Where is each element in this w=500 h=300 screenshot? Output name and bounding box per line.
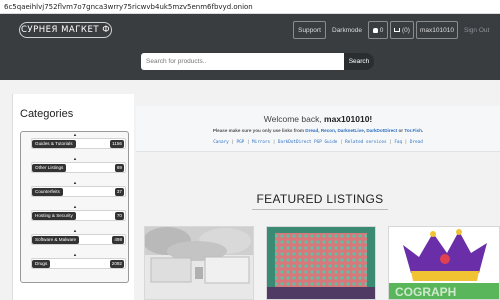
note-link-darknetlive[interactable]: DarknetLive [337, 128, 363, 133]
caret-icon: ▲ [73, 156, 77, 161]
notifications-count: 0 [379, 26, 384, 34]
category-label: Counterfeits [32, 188, 63, 196]
listing-image[interactable] [267, 227, 375, 299]
category-pill[interactable]: Hosting & Security 70 [31, 210, 126, 221]
note-link-torfish[interactable]: Tor.Fish [404, 128, 422, 133]
link-faq[interactable]: Faq [394, 140, 402, 145]
search-input[interactable] [141, 53, 345, 70]
welcome-greeting: Welcome back, [263, 114, 325, 124]
caret-icon: ▲ [73, 252, 77, 257]
category-label: Other Listings [32, 164, 67, 172]
cart-icon [394, 28, 401, 32]
category-pill[interactable]: Counterfeits 37 [31, 186, 126, 197]
category-count: 498 [112, 236, 124, 244]
link-pgp-guide[interactable]: DarkDotDirect PGP Guide [278, 140, 338, 145]
browser-url-bar[interactable]: 6c5qaeihlvj752flvm7o7gnca3wrry75ricwvb4u… [0, 0, 500, 14]
bell-icon [372, 27, 378, 33]
category-count: 2092 [109, 260, 124, 268]
category-pill[interactable]: Drugs 2092 [31, 258, 126, 269]
note-prefix: Please make sure you only use links from [212, 128, 306, 133]
category-count: 70 [114, 212, 124, 220]
category-label: Guides & Tutorials [32, 140, 76, 148]
listing-card[interactable] [266, 226, 376, 300]
category-label: Drugs [32, 260, 51, 268]
listing-image[interactable]: COGRAPH [389, 227, 499, 299]
category-count: 37 [114, 188, 124, 196]
caret-icon: ▲ [73, 132, 77, 137]
listing-card[interactable]: COGRAPH [388, 226, 500, 300]
category-item[interactable]: ▲ Counterfeits 37 [31, 180, 126, 204]
url-text: 6c5qaeihlvj752flvm7o7gnca3wrry75ricwvb4u… [4, 2, 253, 11]
category-label: Hosting & Security [32, 212, 76, 220]
category-item[interactable]: ▲ Other Listings 69 [31, 156, 126, 180]
search-button[interactable]: Search [344, 53, 374, 70]
category-count: 69 [114, 164, 124, 172]
link-dread[interactable]: Dread [410, 140, 423, 145]
quick-links: Canary | PGP | Mirrors | DarkDotDirect P… [213, 140, 423, 145]
link-canary[interactable]: Canary [213, 140, 229, 145]
link-related-services[interactable]: Related services [345, 140, 386, 145]
caret-icon: ▲ [73, 204, 77, 209]
note-link-darkdotdirect[interactable]: DarkDotDirect [366, 128, 397, 133]
category-pill[interactable]: Other Listings 69 [31, 162, 126, 173]
cart-count: (0) [402, 26, 410, 34]
category-item[interactable]: ▲ Software & Malware 498 [31, 228, 126, 252]
support-button[interactable]: Support [293, 21, 326, 39]
brand-logo[interactable]: СУРНЕЯ МАГКЕТ Ф [19, 22, 112, 38]
listing-card[interactable] [144, 226, 254, 300]
note-link-dread[interactable]: Dread [305, 128, 318, 133]
category-count: 1156 [110, 140, 124, 148]
search-band: Search [0, 46, 500, 80]
category-item[interactable]: ▲ Hosting & Security 70 [31, 204, 126, 228]
official-links-note: Please make sure you only use links from… [212, 128, 424, 133]
categories-sidebar: Categories ▲ Guides & Tutorials 1156 ▲ O… [12, 94, 134, 300]
link-mirrors[interactable]: Mirrors [252, 140, 270, 145]
welcome-card: Welcome back, max101010! Please make sur… [136, 106, 500, 152]
cart-button[interactable]: (0) [390, 21, 414, 39]
user-menu-button[interactable]: max101010 [416, 21, 458, 39]
category-pill[interactable]: Software & Malware 498 [31, 234, 126, 245]
welcome-username: max101010! [324, 114, 373, 124]
watermark-text: COGRAPH [395, 285, 456, 299]
darkmode-toggle[interactable]: Darkmode [332, 21, 362, 39]
notifications-button[interactable]: 0 [368, 21, 388, 39]
categories-title: Categories [20, 108, 74, 120]
caret-icon: ▲ [73, 180, 77, 185]
caret-icon: ▲ [73, 228, 77, 233]
featured-divider [252, 209, 388, 210]
note-link-recon[interactable]: Recon [321, 128, 335, 133]
top-navbar: СУРНЕЯ МАГКЕТ Ф Support Darkmode 0 (0) m… [0, 14, 500, 46]
categories-list: ▲ Guides & Tutorials 1156 ▲ Other Listin… [20, 131, 129, 283]
listing-image[interactable] [145, 227, 253, 299]
category-pill[interactable]: Guides & Tutorials 1156 [31, 138, 126, 149]
signout-link[interactable]: Sign Out [464, 21, 489, 39]
category-item[interactable]: ▲ Drugs 2092 [31, 252, 126, 276]
category-label: Software & Malware [32, 236, 80, 244]
welcome-heading: Welcome back, max101010! [136, 114, 500, 124]
category-item[interactable]: ▲ Guides & Tutorials 1156 [31, 132, 126, 156]
featured-heading: FEATURED LISTINGS [256, 192, 384, 206]
